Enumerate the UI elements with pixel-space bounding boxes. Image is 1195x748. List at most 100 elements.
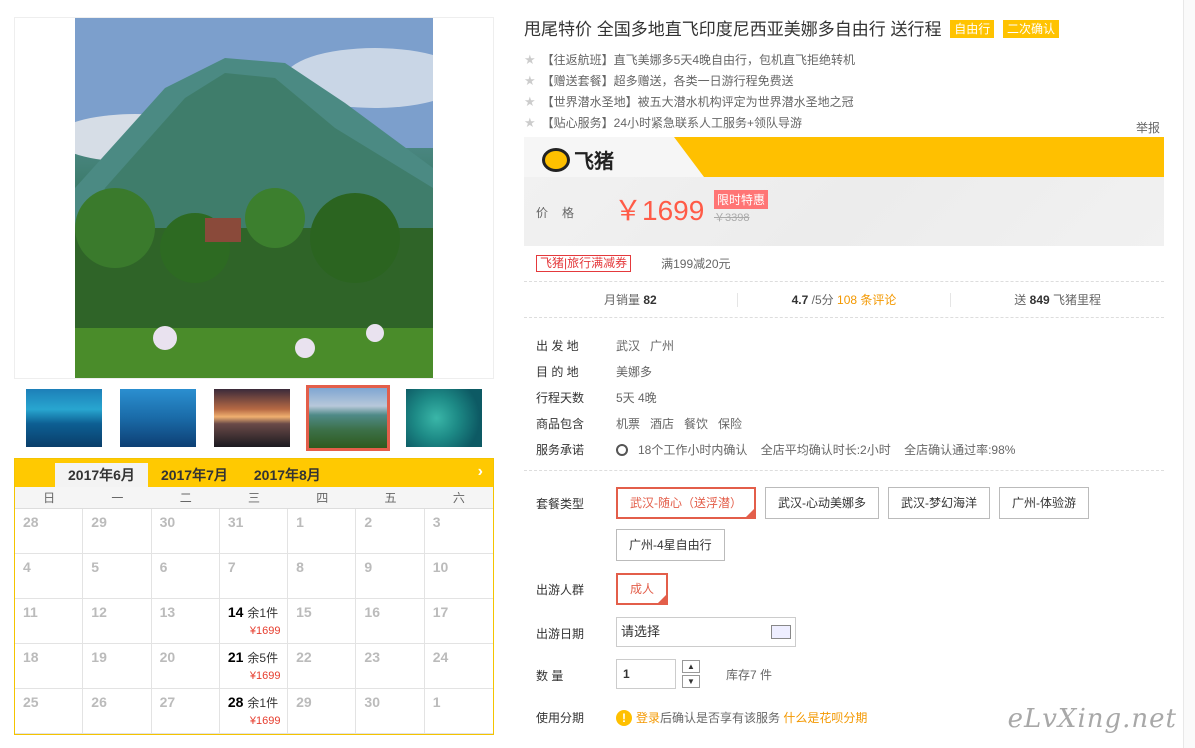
calendar-day: 4 — [15, 554, 84, 599]
coupon-row: 飞猪|旅行满减券 满199减20元 — [524, 246, 1164, 282]
calendar-day-available[interactable]: 21 余5件 ¥1699 — [219, 644, 289, 689]
report-link[interactable]: 举报 — [1136, 119, 1160, 136]
day-number: 24 — [432, 649, 449, 665]
huabei-link[interactable]: 什么是花呗分期 — [783, 709, 867, 726]
feature-text: 【世界潜水圣地】被五大潜水机构评定为世界潜水圣地之冠 — [541, 95, 854, 109]
info-value: 机票 酒店 餐饮 保险 — [616, 415, 752, 432]
calendar-day: 7 — [219, 554, 289, 599]
price-box: 价格 ￥1699 限时特惠 ￥3398 — [524, 177, 1164, 246]
info-key: 目 的 地 — [536, 364, 579, 379]
thumbnail-5[interactable] — [404, 387, 484, 449]
group-chips: 成人 — [616, 573, 1156, 605]
group-chip-selected[interactable]: 成人 — [616, 573, 669, 605]
package-chip[interactable]: 广州-体验游 — [999, 487, 1089, 519]
calendar-day: 13 — [151, 599, 220, 644]
calendar-day-available[interactable]: 28 余1件 ¥1699 — [219, 689, 289, 734]
quantity-stepper: 1 ▲ ▼ 库存7 件 — [616, 659, 772, 689]
package-chip[interactable]: 武汉-心动美娜多 — [765, 487, 879, 519]
month-tab-3[interactable]: 2017年8月 — [241, 463, 334, 487]
calendar-icon[interactable] — [771, 625, 791, 639]
day-number: 16 — [364, 604, 380, 620]
info-row-include: 商品包含 机票 酒店 餐饮 保险 — [536, 410, 1164, 436]
day-price: ¥1699 — [249, 625, 281, 637]
info-value: 5天 4晚 — [616, 390, 657, 405]
calendar-day-available[interactable]: 14 余1件 ¥1699 — [219, 599, 289, 644]
date-value: 请选择 — [621, 624, 661, 639]
purchase-options: 套餐类型 武汉-随心（送浮潜） 武汉-心动美娜多 武汉-梦幻海洋 广州-体验游 … — [524, 471, 1164, 726]
package-chip[interactable]: 广州-4星自由行 — [616, 529, 725, 561]
day-number: 6 — [159, 559, 168, 575]
price-label: 价格 — [536, 206, 589, 220]
day-number: 7 — [227, 559, 236, 575]
decrease-icon[interactable]: ▼ — [682, 675, 700, 688]
feature-item: ★ 【赠送套餐】超多赠送，各类一日游行程免费送 — [524, 70, 1164, 91]
day-number: 28 — [227, 694, 244, 710]
travel-date-input[interactable]: 请选择 — [616, 617, 796, 647]
installment-text: 后确认是否享有该服务 — [660, 711, 781, 725]
day-number: 19 — [91, 649, 107, 665]
calendar-day: 24 — [424, 644, 493, 689]
thumbnail-2[interactable] — [118, 387, 198, 449]
package-chip-selected[interactable]: 武汉-随心（送浮潜） — [616, 487, 756, 519]
increase-icon[interactable]: ▲ — [682, 660, 700, 673]
chevron-right-icon[interactable]: › — [478, 463, 483, 481]
day-number: 1 — [432, 694, 441, 710]
day-number: 22 — [296, 649, 312, 665]
brand-bar: 飞猪 — [524, 137, 1164, 177]
calendar-day: 3 — [424, 509, 493, 554]
info-key: 商品包含 — [536, 416, 585, 431]
brand-logo: 飞猪 — [542, 145, 614, 174]
quantity-input[interactable]: 1 — [616, 659, 676, 689]
product-title: 甩尾特价 全国多地直飞印度尼西亚美娜多自由行 送行程 自由行 二次确认 — [524, 17, 1164, 43]
include-item: 酒店 — [650, 416, 675, 431]
day-stock: 余5件 — [247, 651, 279, 665]
rating-suffix: /5分 — [811, 292, 834, 307]
option-key: 出游人群 — [536, 583, 585, 597]
package-chips: 武汉-随心（送浮潜） 武汉-心动美娜多 武汉-梦幻海洋 广州-体验游 广州-4星… — [616, 487, 1156, 561]
star-icon: ★ — [524, 52, 536, 67]
day-number: 23 — [364, 649, 380, 665]
thumbnail-1[interactable] — [24, 387, 104, 449]
coupon-badge[interactable]: 飞猪|旅行满减券 — [536, 255, 632, 272]
page-scrollbar[interactable] — [1183, 0, 1195, 748]
promise-item: 18个工作小时内确认 — [638, 442, 748, 457]
weekday-row: 日 一 二 三 四 五 六 — [15, 487, 493, 509]
feature-text: 【贴心服务】24小时紧急联系人工服务+领队导游 — [541, 116, 803, 130]
reviews-link[interactable]: 108 条评论 — [837, 293, 896, 307]
coupon-desc: 满199减20元 — [661, 257, 731, 271]
info-row-promise: 服务承诺 18个工作小时内确认 全店平均确认时长:2小时 全店确认通过率:98% — [536, 436, 1164, 462]
package-chip[interactable]: 武汉-梦幻海洋 — [888, 487, 990, 519]
day-number: 10 — [432, 559, 449, 575]
info-value: 美娜多 — [616, 364, 653, 379]
thumbnail-3[interactable] — [212, 387, 292, 449]
calendar-day: 17 — [424, 599, 493, 644]
calendar-day: 19 — [83, 644, 152, 689]
calendar-day: 26 — [83, 689, 152, 734]
day-number: 4 — [23, 559, 31, 575]
thumbnail-4-active[interactable] — [306, 385, 390, 451]
day-number: 17 — [432, 604, 449, 620]
qty-row: 数 量 1 ▲ ▼ 库存7 件 — [536, 659, 1164, 689]
calendar-day: 30 — [151, 509, 220, 554]
calendar-day: 29 — [288, 689, 357, 734]
installment-info: ! 登录 后确认是否享有该服务 什么是花呗分期 — [616, 701, 867, 726]
calendar-day: 31 — [219, 509, 289, 554]
login-link[interactable]: 登录 — [636, 709, 660, 726]
option-key: 使用分期 — [536, 711, 585, 725]
date-row: 出游日期 请选择 — [536, 617, 1164, 647]
calendar-day: 10 — [424, 554, 493, 599]
tag-second-confirm: 二次确认 — [1002, 20, 1059, 38]
weekday-label: 五 — [384, 491, 397, 505]
option-key: 出游日期 — [536, 627, 585, 641]
month-tab-1[interactable]: 2017年6月 — [55, 463, 148, 487]
calendar-grid: 28 29 30 31 1 2 3 4 5 6 7 8 9 10 11 12 13 14 余1件 ¥1699 15 16 1… — [15, 509, 493, 734]
day-number: 29 — [296, 694, 312, 710]
day-number: 3 — [432, 514, 441, 530]
day-number: 5 — [91, 559, 100, 575]
feature-item: ★ 【世界潜水圣地】被五大潜水机构评定为世界潜水圣地之冠 — [524, 91, 1164, 112]
miles-suffix: 飞猪里程 — [1053, 292, 1102, 307]
weekday-label: 二 — [179, 491, 192, 505]
info-row-depart: 出 发 地 武汉 广州 — [536, 332, 1164, 358]
calendar-day: 15 — [288, 599, 357, 644]
month-tab-2[interactable]: 2017年7月 — [148, 463, 241, 487]
